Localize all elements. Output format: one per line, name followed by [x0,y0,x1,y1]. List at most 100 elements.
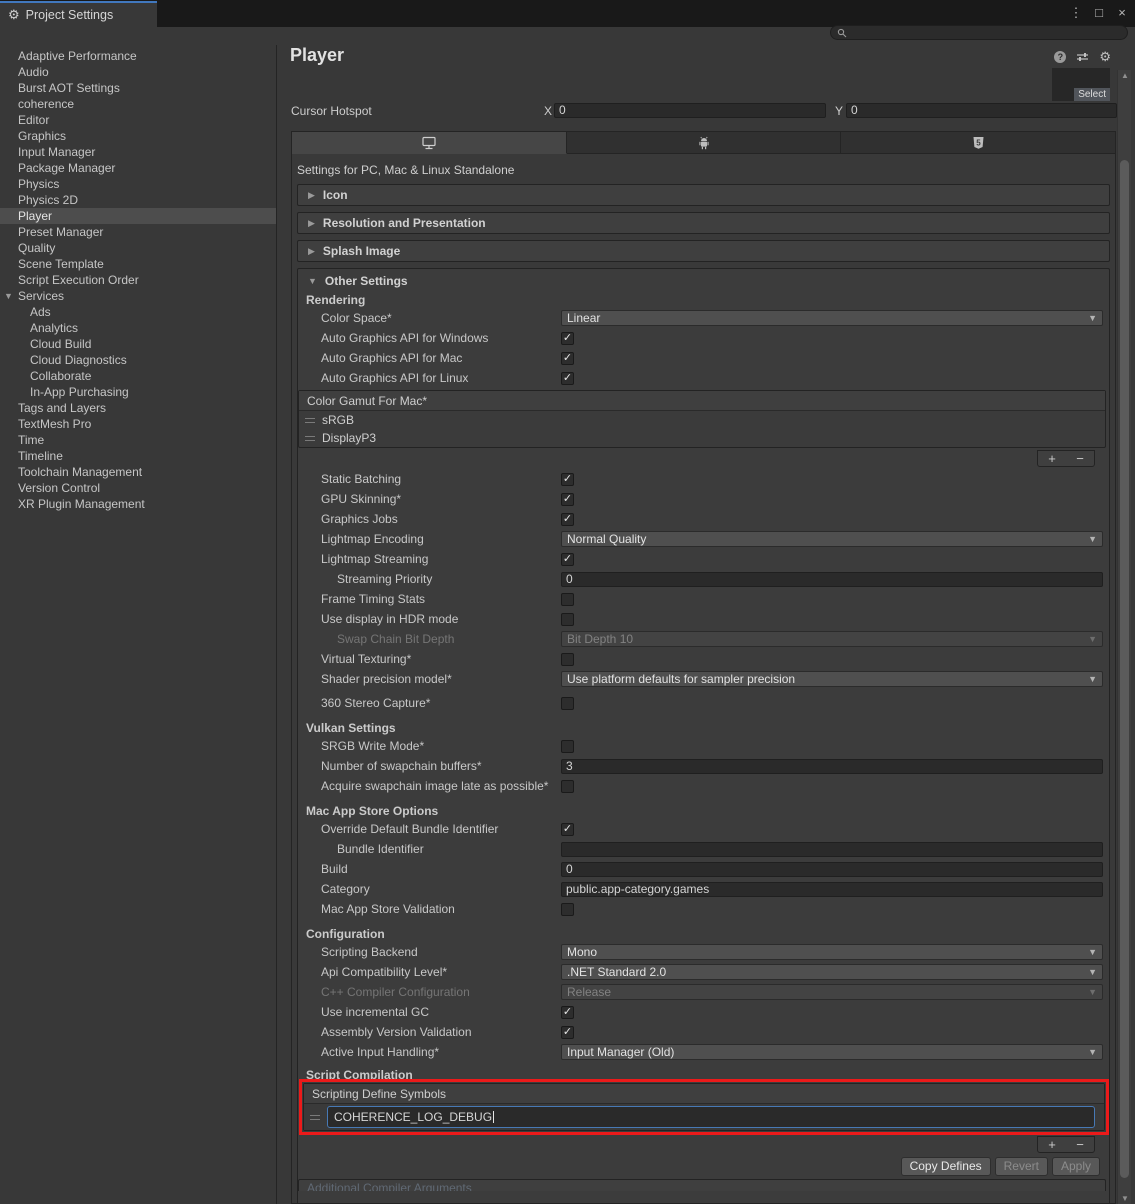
sidebar-item-script-execution-order[interactable]: Script Execution Order [0,272,276,288]
frame-timing-stats-checkbox[interactable] [561,593,574,606]
sidebar-item-collaborate[interactable]: Collaborate [0,368,276,384]
setting-label: Mac App Store Validation [298,902,561,916]
use-incremental-gc-checkbox[interactable]: ✓ [561,1006,574,1019]
preset-icon[interactable] [1076,51,1089,63]
select-texture-button[interactable]: Select [1074,88,1110,101]
sidebar-item-label: Timeline [18,449,63,463]
auto-graphics-api-for-windows-checkbox[interactable]: ✓ [561,332,574,345]
tab-title: Project Settings [26,8,114,22]
revert-button[interactable]: Revert [995,1157,1048,1176]
sidebar-item-preset-manager[interactable]: Preset Manager [0,224,276,240]
number-of-swapchain-buffers-field[interactable]: 3 [561,759,1103,774]
apply-button[interactable]: Apply [1052,1157,1100,1176]
help-icon[interactable]: ? [1054,51,1066,63]
search-input[interactable] [830,25,1128,40]
other-settings-header[interactable]: ▼ Other Settings [298,271,1109,291]
360-stereo-capture-checkbox[interactable] [561,697,574,710]
sidebar-item-cloud-build[interactable]: Cloud Build [0,336,276,352]
sidebar-item-package-manager[interactable]: Package Manager [0,160,276,176]
section-icon[interactable]: ▶ Icon [297,184,1110,206]
drag-handle-icon[interactable] [310,1115,320,1120]
vertical-scrollbar[interactable]: ▲ ▼ [1117,70,1131,1204]
sidebar-item-xr-plugin-management[interactable]: XR Plugin Management [0,496,276,512]
sidebar-item-physics-2d[interactable]: Physics 2D [0,192,276,208]
category-field[interactable]: public.app-category.games [561,882,1103,897]
sidebar-item-quality[interactable]: Quality [0,240,276,256]
scroll-down-icon[interactable]: ▼ [1118,1194,1132,1203]
sidebar-item-label: Package Manager [18,161,115,175]
build-field[interactable]: 0 [561,862,1103,877]
gpu-skinning-checkbox[interactable]: ✓ [561,493,574,506]
streaming-priority-field[interactable]: 0 [561,572,1103,587]
define-symbol-input[interactable]: COHERENCE_LOG_DEBUG [327,1106,1095,1128]
acquire-swapchain-image-late-as-possible-checkbox[interactable] [561,780,574,793]
scrollbar-thumb[interactable] [1120,160,1129,1178]
sidebar-item-editor[interactable]: Editor [0,112,276,128]
sidebar-item-tags-and-layers[interactable]: Tags and Layers [0,400,276,416]
sidebar-item-coherence[interactable]: coherence [0,96,276,112]
assembly-version-validation-checkbox[interactable]: ✓ [561,1026,574,1039]
lightmap-encoding-dropdown[interactable]: Normal Quality▼ [561,531,1103,547]
sidebar-item-analytics[interactable]: Analytics [0,320,276,336]
tab-project-settings[interactable]: ⚙ Project Settings [0,1,157,27]
mac-app-store-validation-checkbox[interactable] [561,903,574,916]
drag-handle-icon[interactable] [305,418,315,423]
add-define-button[interactable]: + [1038,1137,1066,1152]
sidebar-item-graphics[interactable]: Graphics [0,128,276,144]
virtual-texturing-checkbox[interactable] [561,653,574,666]
remove-item-button[interactable]: − [1066,451,1094,466]
gear-icon[interactable]: ⚙ [1099,51,1111,63]
override-default-bundle-identifier-checkbox[interactable]: ✓ [561,823,574,836]
sidebar-item-in-app-purchasing[interactable]: In-App Purchasing [0,384,276,400]
sidebar-item-toolchain-management[interactable]: Toolchain Management [0,464,276,480]
sidebar-item-player[interactable]: Player [0,208,276,224]
setting-label: Shader precision model* [298,672,561,686]
list-item-displayp3[interactable]: DisplayP3 [299,429,1105,447]
sidebar-item-cloud-diagnostics[interactable]: Cloud Diagnostics [0,352,276,368]
sidebar-item-services[interactable]: ▼Services [0,288,276,304]
scripting-backend-dropdown[interactable]: Mono▼ [561,944,1103,960]
use-display-in-hdr-mode-checkbox[interactable] [561,613,574,626]
copy-defines-button[interactable]: Copy Defines [901,1157,991,1176]
api-compatibility-level-dropdown[interactable]: .NET Standard 2.0▼ [561,964,1103,980]
tab-webgl[interactable]: 5 [841,132,1115,153]
active-input-handling-dropdown[interactable]: Input Manager (Old)▼ [561,1044,1103,1060]
foldout-icon[interactable]: ▼ [4,288,13,304]
static-batching-checkbox[interactable]: ✓ [561,473,574,486]
chevron-down-icon: ▼ [1088,967,1097,977]
sidebar-item-textmesh-pro[interactable]: TextMesh Pro [0,416,276,432]
window-menu-icon[interactable]: ⋮ [1069,5,1083,21]
drag-handle-icon[interactable] [305,436,315,441]
sidebar-item-audio[interactable]: Audio [0,64,276,80]
sidebar-item-timeline[interactable]: Timeline [0,448,276,464]
sidebar-item-scene-template[interactable]: Scene Template [0,256,276,272]
tab-standalone[interactable] [292,132,567,154]
sidebar-item-physics[interactable]: Physics [0,176,276,192]
auto-graphics-api-for-mac-checkbox[interactable]: ✓ [561,352,574,365]
lightmap-streaming-checkbox[interactable]: ✓ [561,553,574,566]
color-space-dropdown[interactable]: Linear▼ [561,310,1103,326]
sidebar-item-version-control[interactable]: Version Control [0,480,276,496]
sidebar-item-adaptive-performance[interactable]: Adaptive Performance [0,48,276,64]
cursor-texture-preview[interactable]: Select [1052,68,1110,101]
remove-define-button[interactable]: − [1066,1137,1094,1152]
scroll-up-icon[interactable]: ▲ [1118,71,1132,80]
srgb-write-mode-checkbox[interactable] [561,740,574,753]
close-icon[interactable]: × [1115,5,1129,21]
sidebar-item-input-manager[interactable]: Input Manager [0,144,276,160]
section-resolution-and-presentation[interactable]: ▶ Resolution and Presentation [297,212,1110,234]
add-item-button[interactable]: + [1038,451,1066,466]
sidebar-item-ads[interactable]: Ads [0,304,276,320]
tab-android[interactable] [567,132,842,153]
hotspot-x-field[interactable]: 0 [554,103,826,118]
maximize-icon[interactable]: □ [1092,5,1106,21]
auto-graphics-api-for-linux-checkbox[interactable]: ✓ [561,372,574,385]
bundle-identifier-field[interactable] [561,842,1103,857]
hotspot-y-field[interactable]: 0 [846,103,1117,118]
list-item-srgb[interactable]: sRGB [299,411,1105,429]
section-splash-image[interactable]: ▶ Splash Image [297,240,1110,262]
shader-precision-model-dropdown[interactable]: Use platform defaults for sampler precis… [561,671,1103,687]
sidebar-item-time[interactable]: Time [0,432,276,448]
sidebar-item-burst-aot-settings[interactable]: Burst AOT Settings [0,80,276,96]
graphics-jobs-checkbox[interactable]: ✓ [561,513,574,526]
